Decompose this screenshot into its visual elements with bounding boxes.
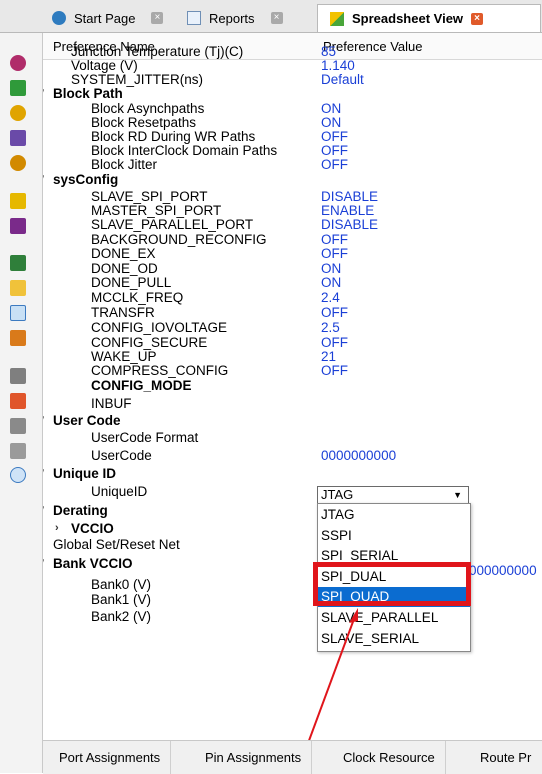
tab-route-priority[interactable]: Route Pr — [470, 741, 541, 774]
bottom-tab-bar: Port Assignments Pin Assignments Clock R… — [43, 740, 542, 774]
tab-pin-assignments[interactable]: Pin Assignments — [195, 741, 313, 774]
annotation-arrow — [296, 608, 358, 773]
tab-port-assignments[interactable]: Port Assignments — [49, 741, 172, 774]
tab-clock-resource[interactable]: Clock Resource — [333, 741, 446, 774]
